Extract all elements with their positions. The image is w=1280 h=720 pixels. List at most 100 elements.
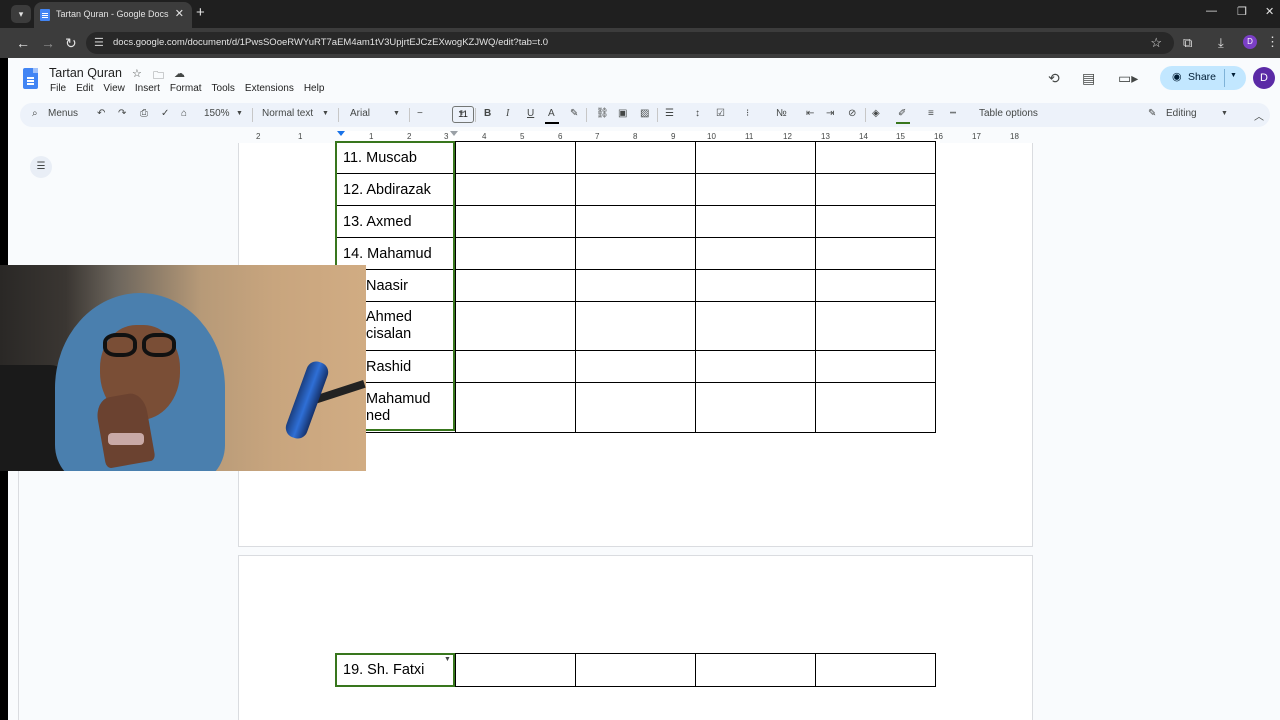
- table-cell[interactable]: [575, 350, 696, 383]
- insert-image-icon[interactable]: ▨: [640, 108, 649, 119]
- table-cell[interactable]: [455, 653, 576, 687]
- style-select[interactable]: Normal text: [262, 108, 313, 119]
- names-table[interactable]: 19. Sh. Fatxi: [335, 653, 936, 687]
- menu-extensions[interactable]: Extensions: [245, 83, 294, 94]
- table-cell[interactable]: [695, 205, 816, 238]
- border-width-icon[interactable]: ≡: [928, 108, 934, 119]
- table-cell[interactable]: [815, 350, 936, 383]
- table-cell[interactable]: [815, 141, 936, 174]
- table-cell[interactable]: [455, 350, 576, 383]
- border-color-icon[interactable]: ✐: [898, 108, 906, 119]
- table-cell[interactable]: [575, 173, 696, 206]
- decrease-font-icon[interactable]: −: [417, 108, 423, 119]
- search-menus-button[interactable]: ⌕ Menus: [26, 106, 106, 124]
- omnibox[interactable]: ☰ docs.google.com/document/d/1PwsSOoeRWY…: [86, 32, 1174, 54]
- vertical-ruler[interactable]: [8, 470, 19, 720]
- table-cell[interactable]: [575, 382, 696, 433]
- url-text[interactable]: docs.google.com/document/d/1PwsSOoeRWYuR…: [113, 37, 548, 48]
- underline-button[interactable]: U: [527, 108, 534, 119]
- style-chevron-icon[interactable]: ▼: [322, 110, 329, 117]
- table-cell[interactable]: [695, 653, 816, 687]
- menu-file[interactable]: File: [50, 83, 66, 94]
- table-cell[interactable]: [455, 141, 576, 174]
- table-cell[interactable]: [455, 205, 576, 238]
- site-info-icon[interactable]: ☰: [94, 36, 104, 49]
- increase-indent-icon[interactable]: ⇥: [826, 108, 834, 119]
- table-cell[interactable]: [575, 269, 696, 302]
- close-window-icon[interactable]: ✕: [1265, 5, 1274, 18]
- clear-formatting-icon[interactable]: ⊘: [848, 108, 856, 119]
- paint-format-icon[interactable]: ⌂: [181, 108, 187, 119]
- column-marker[interactable]: [450, 131, 458, 136]
- version-history-icon[interactable]: ⟲: [1048, 70, 1060, 87]
- comments-icon[interactable]: ▤: [1082, 70, 1095, 87]
- new-tab-button[interactable]: +: [196, 5, 205, 21]
- table-options-button[interactable]: Table options: [979, 108, 1038, 119]
- editing-mode-select[interactable]: Editing: [1166, 108, 1197, 119]
- menu-view[interactable]: View: [103, 83, 125, 94]
- table-cell[interactable]: [815, 382, 936, 433]
- font-chevron-icon[interactable]: ▼: [393, 110, 400, 117]
- docs-logo-icon[interactable]: [23, 68, 38, 89]
- table-cell[interactable]: [695, 301, 816, 351]
- table-cell[interactable]: [695, 382, 816, 433]
- star-icon[interactable]: ☆: [132, 67, 142, 80]
- line-spacing-icon[interactable]: ↕: [695, 108, 700, 119]
- table-cell[interactable]: 13. Axmed: [335, 205, 456, 238]
- bulleted-list-icon[interactable]: ⁝: [746, 108, 749, 119]
- table-cell[interactable]: [815, 237, 936, 270]
- cell-menu-chevron-icon[interactable]: ▼: [444, 656, 451, 663]
- minimize-icon[interactable]: —: [1206, 5, 1217, 17]
- undo-icon[interactable]: ↶: [97, 108, 105, 119]
- menu-insert[interactable]: Insert: [135, 83, 160, 94]
- table-cell[interactable]: [695, 173, 816, 206]
- table-cell[interactable]: [815, 205, 936, 238]
- download-icon[interactable]: ⤓: [1218, 35, 1224, 51]
- bookmark-star-icon[interactable]: ☆: [1150, 35, 1162, 51]
- forward-arrow-icon[interactable]: →: [41, 34, 55, 52]
- print-icon[interactable]: ⎙: [140, 108, 148, 119]
- table-cell[interactable]: [815, 653, 936, 687]
- table-cell[interactable]: 19. Sh. Fatxi: [335, 653, 456, 687]
- text-color-button[interactable]: A: [548, 108, 555, 119]
- table-cell[interactable]: [455, 382, 576, 433]
- collapse-toolbar-icon[interactable]: ︿: [1254, 108, 1264, 123]
- add-comment-icon[interactable]: ▣: [618, 108, 627, 119]
- table-cell[interactable]: 12. Abdirazak: [335, 173, 456, 206]
- table-cell[interactable]: 11. Muscab: [335, 141, 456, 174]
- menu-format[interactable]: Format: [170, 83, 202, 94]
- align-icon[interactable]: ☰: [665, 108, 674, 119]
- decrease-indent-icon[interactable]: ⇤: [806, 108, 814, 119]
- checklist-icon[interactable]: ☑: [716, 108, 725, 119]
- table-cell[interactable]: [695, 350, 816, 383]
- account-avatar[interactable]: D: [1253, 67, 1275, 89]
- zoom-chevron-icon[interactable]: ▼: [236, 110, 243, 117]
- table-cell[interactable]: [815, 269, 936, 302]
- reload-icon[interactable]: ↻: [65, 34, 77, 52]
- font-select[interactable]: Arial: [350, 108, 370, 119]
- link-icon[interactable]: ⛓: [596, 108, 609, 119]
- document-outline-icon[interactable]: ☰: [30, 156, 52, 178]
- extensions-icon[interactable]: ⧉: [1183, 35, 1192, 51]
- increase-font-icon[interactable]: +: [459, 108, 465, 119]
- cell-background-icon[interactable]: ◈: [872, 108, 880, 119]
- table-cell[interactable]: [815, 173, 936, 206]
- chevron-down-icon[interactable]: ▼: [1230, 72, 1237, 79]
- table-cell[interactable]: [695, 237, 816, 270]
- menu-tools[interactable]: Tools: [212, 83, 235, 94]
- table-cell[interactable]: [575, 205, 696, 238]
- table-cell[interactable]: [455, 173, 576, 206]
- tab-search-button[interactable]: ▾: [11, 5, 31, 23]
- document-page[interactable]: 19. Sh. Fatxi ▼: [238, 555, 1033, 720]
- zoom-select[interactable]: 150%: [204, 108, 230, 119]
- meet-icon[interactable]: ▭▸: [1118, 70, 1138, 87]
- table-cell[interactable]: [695, 269, 816, 302]
- menu-edit[interactable]: Edit: [76, 83, 93, 94]
- back-arrow-icon[interactable]: ←: [16, 34, 30, 52]
- bold-button[interactable]: B: [484, 108, 491, 119]
- table-cell[interactable]: [815, 301, 936, 351]
- border-dash-icon[interactable]: ┅: [950, 108, 956, 119]
- spellcheck-icon[interactable]: ✓: [161, 108, 169, 119]
- numbered-list-icon[interactable]: №: [776, 108, 787, 119]
- browser-menu-icon[interactable]: ⋮: [1266, 34, 1279, 50]
